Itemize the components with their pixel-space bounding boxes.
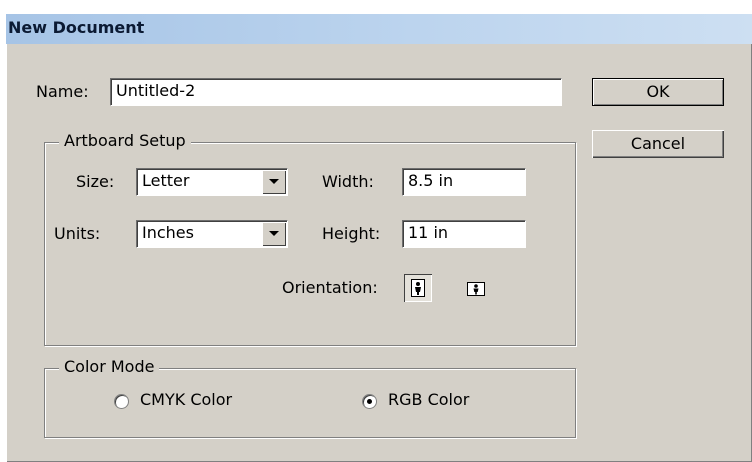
name-input[interactable]: Untitled-2 bbox=[110, 78, 562, 106]
height-label: Height: bbox=[322, 224, 381, 243]
units-dropdown[interactable]: Inches bbox=[136, 220, 288, 248]
size-dropdown[interactable]: Letter bbox=[136, 168, 288, 196]
height-input[interactable]: 11 in bbox=[402, 220, 526, 248]
width-input[interactable]: 8.5 in bbox=[402, 168, 526, 196]
artboard-setup-title: Artboard Setup bbox=[59, 131, 191, 150]
portrait-orientation-button[interactable] bbox=[404, 274, 432, 302]
chevron-down-icon[interactable] bbox=[262, 222, 286, 246]
landscape-orientation-icon bbox=[467, 282, 485, 296]
dialog-title: New Document bbox=[8, 18, 145, 37]
new-document-dialog: New Document Name: Untitled-2 OK Cancel … bbox=[6, 14, 752, 462]
rgb-radio[interactable] bbox=[362, 394, 377, 409]
landscape-orientation-button[interactable] bbox=[462, 274, 490, 302]
name-label: Name: bbox=[36, 82, 89, 101]
radio-selected-dot bbox=[367, 399, 372, 404]
orientation-label: Orientation: bbox=[282, 278, 378, 297]
rgb-label[interactable]: RGB Color bbox=[388, 390, 469, 409]
width-label: Width: bbox=[322, 172, 374, 191]
color-mode-title: Color Mode bbox=[59, 357, 160, 376]
cmyk-radio[interactable] bbox=[114, 394, 129, 409]
ok-button[interactable]: OK bbox=[592, 78, 724, 106]
units-dropdown-value: Inches bbox=[142, 223, 194, 242]
units-label: Units: bbox=[54, 224, 101, 243]
size-label: Size: bbox=[76, 172, 115, 191]
chevron-down-icon[interactable] bbox=[262, 170, 286, 194]
cmyk-label[interactable]: CMYK Color bbox=[140, 390, 232, 409]
dialog-titlebar[interactable]: New Document bbox=[6, 14, 752, 44]
cancel-button[interactable]: Cancel bbox=[592, 130, 724, 158]
portrait-orientation-icon bbox=[411, 279, 425, 297]
size-dropdown-value: Letter bbox=[142, 171, 190, 190]
